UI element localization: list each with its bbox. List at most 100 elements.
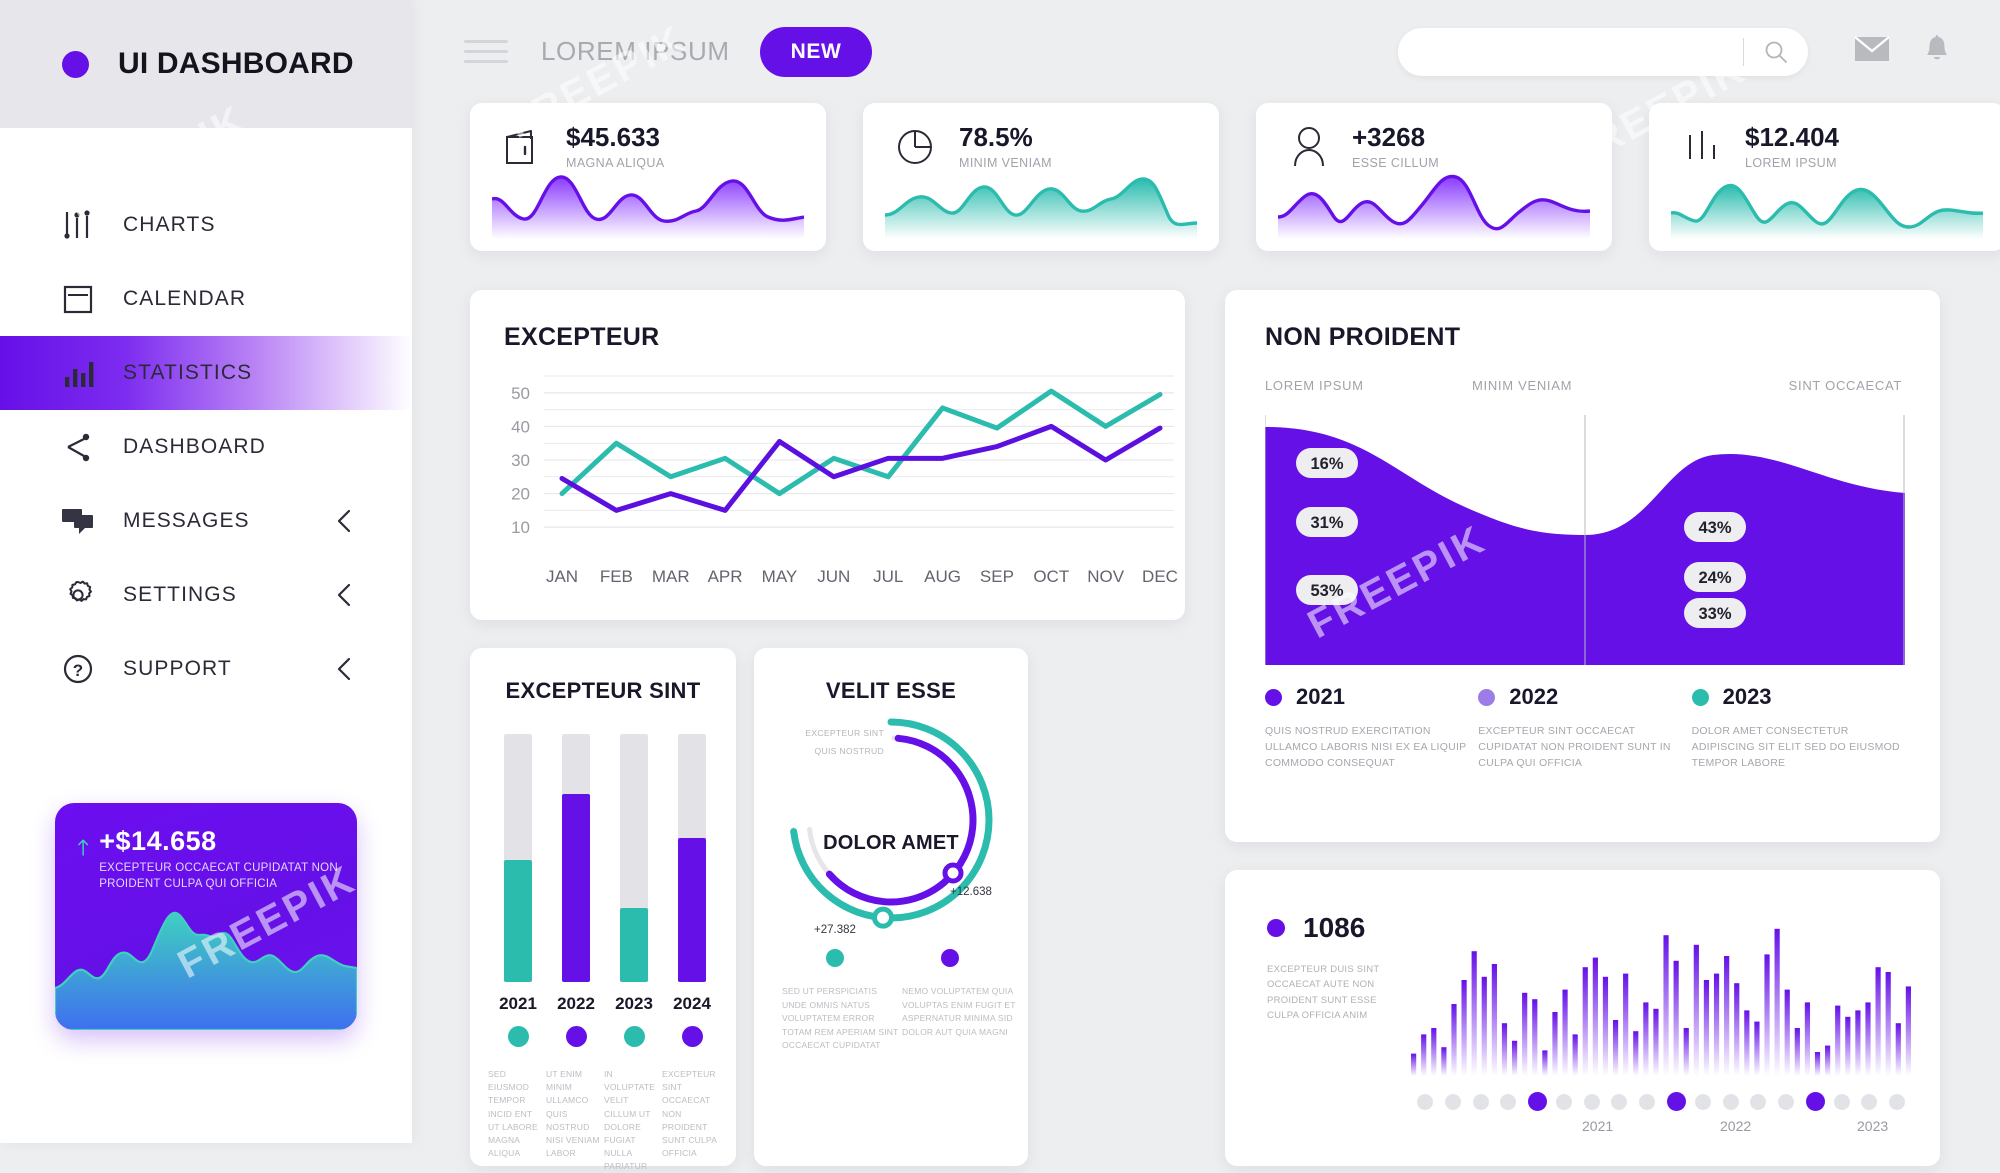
histogram-dot-active[interactable]: [1667, 1092, 1686, 1111]
percentage-pill: 43%: [1684, 512, 1746, 542]
sidebar-item-settings[interactable]: SETTINGS: [0, 558, 412, 632]
x-axis-tick: OCT: [1033, 567, 1069, 586]
sidebar-nav: CHARTS CALENDAR STATISTICS DASHBOARD MESSAGE…: [0, 188, 412, 706]
velit-esse-donut-card: VELIT ESSE EXCEPTEUR SINT QUIS NOSTRUD D…: [754, 648, 1028, 1166]
sidebar-item-dashboard[interactable]: DASHBOARD: [0, 410, 412, 484]
kpi-card[interactable]: $45.633 MAGNA ALIQUA: [470, 103, 826, 251]
sidebar-item-label: DASHBOARD: [123, 435, 266, 458]
histogram-dot[interactable]: [1555, 1094, 1572, 1110]
promo-subtitle: EXCEPTEUR OCCAECAT CUPIDATAT NON PROIDEN…: [99, 862, 338, 890]
hamburger-icon[interactable]: [464, 33, 508, 70]
sidebar-item-statistics[interactable]: STATISTICS: [0, 336, 412, 410]
bars-icon: [1679, 124, 1725, 170]
sidebar-item-calendar[interactable]: CALENDAR: [0, 262, 412, 336]
histogram-dot[interactable]: [1722, 1094, 1739, 1110]
brand-header: UI DASHBOARD: [0, 0, 412, 128]
legend-label: 2023: [1722, 684, 1772, 709]
wallet-icon: [500, 124, 546, 170]
histogram-dot[interactable]: [1611, 1094, 1628, 1110]
percentage-pill: 24%: [1684, 562, 1746, 592]
donut-arcs: [789, 718, 993, 929]
promo-card[interactable]: +$14.658 EXCEPTEUR OCCAECAT CUPIDATAT NO…: [55, 803, 357, 1030]
bar-description: IN VOLUPTATE VELIT CILLUM UT DOLORE FUGI…: [604, 1069, 656, 1172]
x-axis-tick: AUG: [924, 567, 961, 586]
search-icon[interactable]: [1744, 39, 1808, 65]
legend-label: 2021: [1296, 684, 1345, 709]
kpi-value: $45.633: [566, 122, 660, 153]
stream-column-label: MINIM VENIAM: [1472, 378, 1573, 393]
line-chart-plot: 10 20 30 40 50 JAN FEB MAR APR MAY JUN JUL AUG SEP OCT…: [511, 375, 1178, 586]
histogram-dot[interactable]: [1861, 1094, 1878, 1110]
sidebar-item-charts[interactable]: CHARTS: [0, 188, 412, 262]
histogram-dot-active[interactable]: [1805, 1092, 1825, 1111]
bar-category-label: 2021: [499, 994, 537, 1013]
kpi-sparkline: [492, 175, 804, 239]
sidebar-item-support[interactable]: ? SUPPORT: [0, 632, 412, 706]
histogram-dot[interactable]: [1583, 1094, 1600, 1110]
kpi-label: MAGNA ALIQUA: [566, 155, 665, 170]
bar-description: SED EIUSMOD TEMPOR INCID ENT UT LABORE M…: [488, 1069, 538, 1159]
legend-item: 2021 QUIS NOSTRUD EXERCITATION ULLAMCO L…: [1265, 684, 1478, 771]
bar-track: [562, 734, 590, 982]
x-axis-tick: FEB: [600, 567, 633, 586]
histogram-dot[interactable]: [1694, 1094, 1711, 1110]
kpi-sparkline: [1278, 174, 1590, 239]
bar-track: [504, 734, 532, 982]
histogram-dot[interactable]: [1444, 1094, 1461, 1110]
search-input[interactable]: [1398, 42, 1743, 61]
x-axis-tick: NOV: [1087, 567, 1125, 586]
promo-amount: +$14.658: [99, 826, 217, 856]
histogram-dot[interactable]: [1750, 1094, 1767, 1110]
kpi-card[interactable]: $12.404 LOREM IPSUM: [1649, 103, 2000, 251]
histogram-value: 1086: [1303, 912, 1366, 943]
search-bar[interactable]: [1398, 27, 1808, 76]
percentage-pill: 16%: [1296, 448, 1358, 478]
stream-area-plot: 16% 31% 53% 43% 24% 33%: [1265, 415, 1905, 665]
svg-text:33%: 33%: [1698, 605, 1731, 623]
histogram-dot[interactable]: [1778, 1094, 1795, 1110]
donut-value: +12.638: [950, 886, 992, 898]
bar-description: EXCEPTEUR SINT OCCAECAT NON PROIDENT SUN…: [662, 1069, 717, 1159]
histogram-dot[interactable]: [1833, 1094, 1850, 1110]
sidebar-item-label: STATISTICS: [123, 361, 253, 384]
sidebar-item-messages[interactable]: MESSAGES: [0, 484, 412, 558]
kpi-label: LOREM IPSUM: [1745, 155, 1837, 170]
bar-legend-dot: [624, 1026, 645, 1047]
mail-icon[interactable]: [1854, 36, 1890, 67]
kpi-value: $12.404: [1745, 122, 1839, 153]
stream-column-label: SINT OCCAECAT: [1788, 378, 1902, 393]
bell-icon[interactable]: [1922, 33, 1952, 70]
svg-text:53%: 53%: [1310, 582, 1343, 600]
kpi-label: MINIM VENIAM: [959, 155, 1052, 170]
svg-text:?: ?: [73, 661, 83, 680]
histogram-dot[interactable]: [1639, 1094, 1656, 1110]
chevron-left-icon[interactable]: [336, 657, 352, 681]
svg-text:16%: 16%: [1310, 455, 1343, 473]
pie-chart-icon: [893, 124, 939, 170]
donut-legend-dot: [941, 949, 959, 967]
histogram-tick-label: 2023: [1857, 1118, 1889, 1134]
chevron-left-icon[interactable]: [336, 583, 352, 607]
histogram-tick-label: 2021: [1582, 1118, 1614, 1134]
chart-title: NON PROIDENT: [1265, 323, 1461, 351]
histogram-dot[interactable]: [1417, 1094, 1433, 1110]
legend-dot: [1265, 688, 1282, 706]
donut-description: NEMO VOLUPTATEM QUIA VOLUPTAS ENIM FUGIT…: [902, 986, 1016, 1037]
chevron-left-icon[interactable]: [336, 509, 352, 533]
kpi-card[interactable]: +3268 ESSE CILLUM: [1256, 103, 1612, 251]
new-badge[interactable]: NEW: [759, 26, 873, 77]
topbar: LOREM IPSUM NEW: [412, 0, 2000, 103]
histogram-dot-active[interactable]: [1528, 1092, 1548, 1111]
histogram-dot[interactable]: [1889, 1094, 1906, 1110]
chart-title: EXCEPTEUR: [504, 323, 660, 351]
bar-track: [620, 734, 648, 982]
kpi-sparkline: [1671, 183, 1983, 239]
histogram-dot[interactable]: [1472, 1094, 1489, 1110]
gear-icon: [55, 576, 101, 614]
main-content: $45.633 MAGNA ALIQUA 78.5% MINIM VENIAM: [412, 103, 2000, 1171]
kpi-card[interactable]: 78.5% MINIM VENIAM: [863, 103, 1219, 251]
bar-category-label: 2023: [615, 994, 653, 1013]
histogram-dot[interactable]: [1500, 1094, 1517, 1110]
percentage-pill: 53%: [1296, 575, 1358, 605]
kpi-label: ESSE CILLUM: [1352, 155, 1440, 170]
